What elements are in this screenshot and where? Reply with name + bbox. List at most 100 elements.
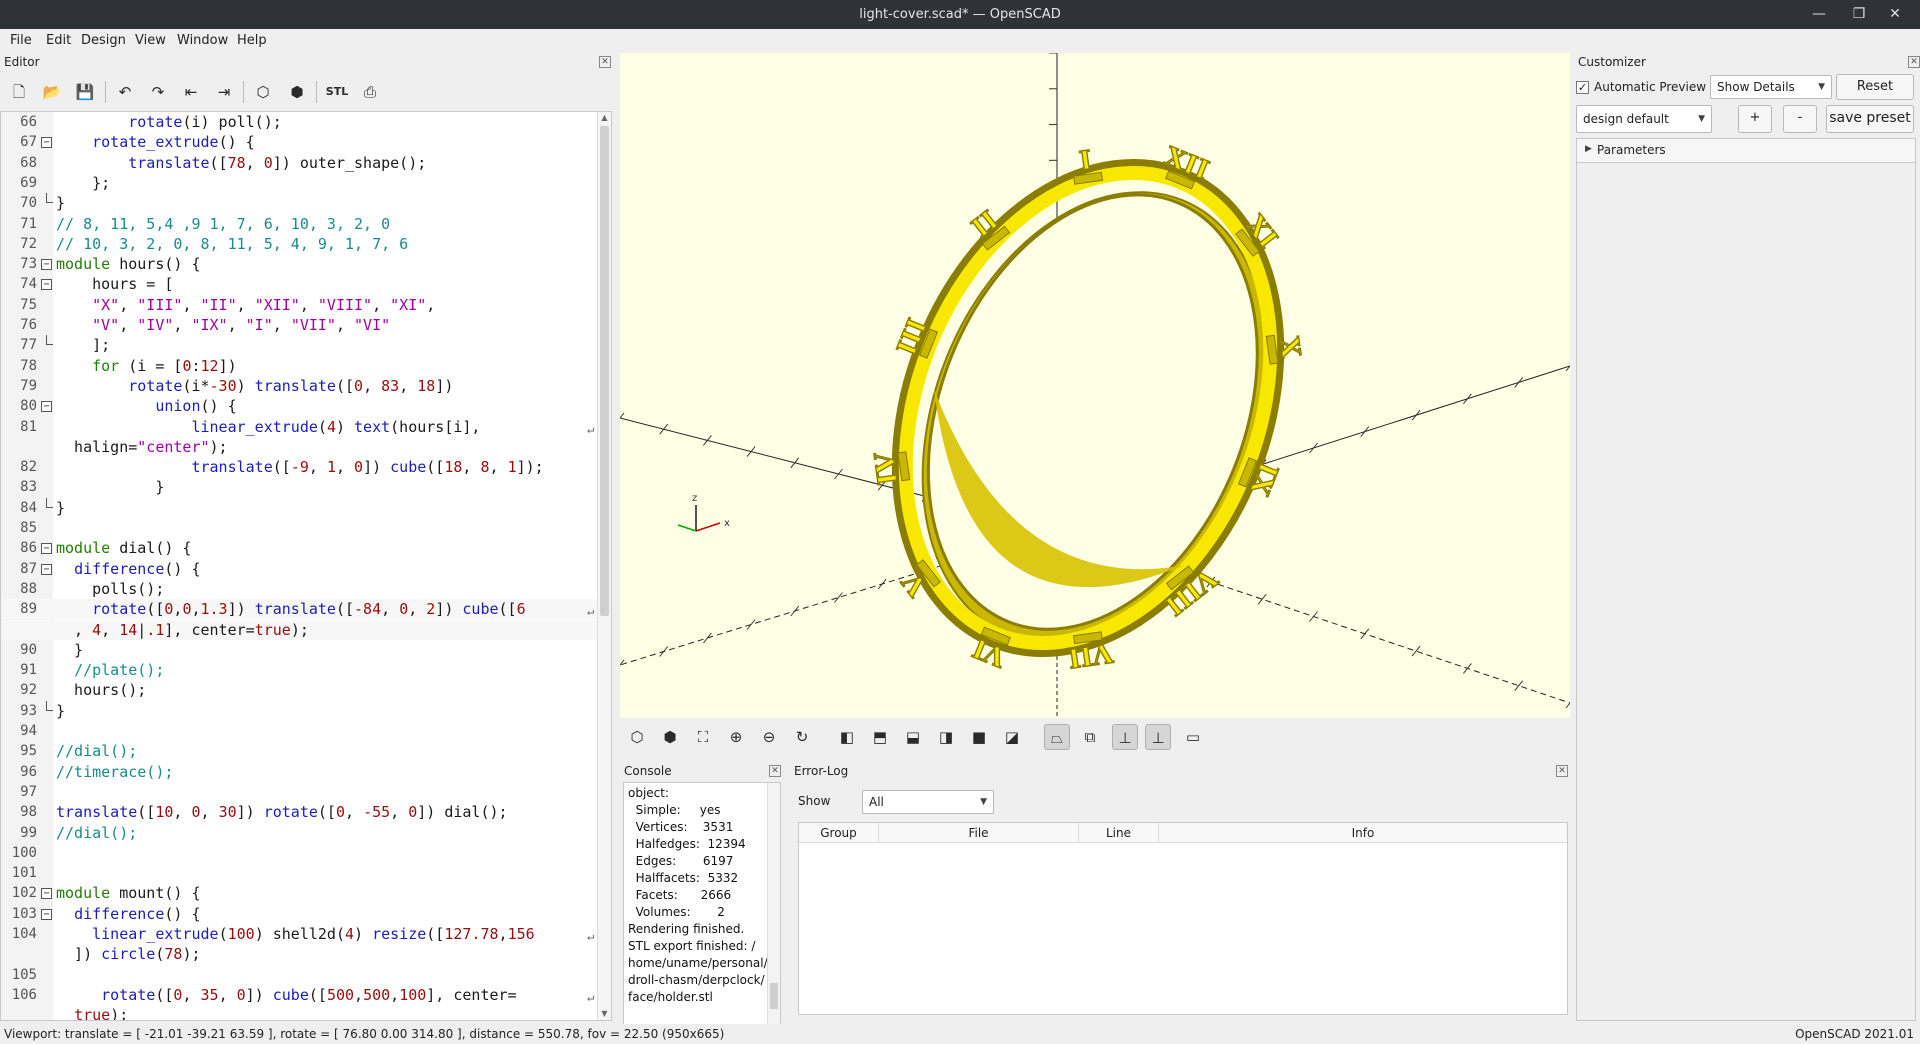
errorlog-column-file[interactable]: File	[879, 823, 1079, 843]
details-select[interactable]: Show Details ▼	[1710, 75, 1832, 99]
view-bottom-icon[interactable]: ⬓	[900, 724, 926, 750]
code-line[interactable]: , 4, 14|.1], center=true);	[1, 619, 597, 640]
code-line[interactable]: true);	[1, 1005, 597, 1020]
code-line[interactable]: 72 // 10, 3, 2, 0, 8, 11, 5, 4, 9, 1, 7, …	[1, 234, 597, 254]
show-axes-icon[interactable]: ⊥	[1112, 724, 1138, 750]
code-line[interactable]: 78 for (i = [0:12])	[1, 356, 597, 376]
errorlog-column-group[interactable]: Group	[799, 823, 879, 843]
code-line[interactable]: 87− difference() {	[1, 559, 597, 579]
menu-edit[interactable]: Edit	[46, 33, 71, 48]
code-line[interactable]: 92 hours();	[1, 680, 597, 700]
code-line[interactable]: 94	[1, 721, 597, 741]
code-line[interactable]: 89 rotate([0,0,1.3]) translate([-84, 0, …	[1, 599, 597, 620]
show-edges-icon[interactable]: ▭	[1180, 724, 1206, 750]
close-window-button[interactable]: ✕	[1882, 3, 1908, 25]
code-line[interactable]: 68 translate([78, 0]) outer_shape();	[1, 153, 597, 173]
code-line[interactable]: 77 ];	[1, 335, 597, 355]
code-line[interactable]: 74− hours = [	[1, 274, 597, 294]
code-line[interactable]: 79 rotate(i*-30) translate([0, 83, 18])	[1, 376, 597, 396]
errorlog-column-info[interactable]: Info	[1159, 823, 1567, 843]
errorlog-close-icon[interactable]: ✕	[1556, 765, 1568, 777]
code-line[interactable]: 105	[1, 965, 597, 985]
preview-icon[interactable]: ⬡	[250, 79, 276, 105]
code-line[interactable]: 99 //dial();	[1, 823, 597, 843]
render-icon[interactable]: ⬢	[657, 724, 683, 750]
code-line[interactable]: 100	[1, 843, 597, 863]
code-line[interactable]: 85	[1, 518, 597, 538]
view-top-icon[interactable]: ⬒	[867, 724, 893, 750]
code-line[interactable]: 93}	[1, 700, 597, 721]
render-icon[interactable]: ⬢	[284, 79, 310, 105]
code-line[interactable]: 69 };	[1, 173, 597, 193]
show-scale-markers-icon[interactable]: ⊥	[1145, 724, 1171, 750]
console-output[interactable]: object: Simple: yes Vertices: 3531 Halfe…	[623, 782, 781, 1025]
view-front-icon[interactable]: ■	[966, 724, 992, 750]
unindent-icon[interactable]: ⇤	[178, 79, 204, 105]
editor-close-icon[interactable]: ✕	[599, 56, 611, 68]
code-line[interactable]: 91 //plate();	[1, 660, 597, 680]
3d-viewport[interactable]: XII XI X IX VIII VII VI V IV III II I x z	[620, 53, 1570, 718]
code-line[interactable]: 106 rotate([0, 35, 0]) cube([500,500,100…	[1, 985, 597, 1005]
errorlog-column-line[interactable]: Line	[1079, 823, 1159, 843]
menu-design[interactable]: Design	[81, 33, 126, 48]
perspective-icon[interactable]: ⏢	[1044, 724, 1070, 750]
parameters-group-header[interactable]: ▶ Parameters	[1577, 139, 1915, 163]
maximize-button[interactable]: ❐	[1846, 3, 1872, 25]
view-back-icon[interactable]: ◪	[999, 724, 1025, 750]
fold-toggle-icon[interactable]: −	[41, 888, 52, 900]
code-line[interactable]: 80− union() {	[1, 396, 597, 416]
code-line[interactable]: 71 // 8, 11, 5,4 ,9 1, 7, 6, 10, 3, 2, 0	[1, 214, 597, 234]
menu-view[interactable]: View	[135, 33, 166, 48]
send-to-print-icon[interactable]: ⎙	[357, 79, 383, 105]
fold-toggle-icon[interactable]: −	[41, 543, 52, 555]
new-file-icon[interactable]: 🗋	[6, 79, 32, 105]
code-line[interactable]: 67− rotate_extrude() {	[1, 132, 597, 152]
editor-scrollbar[interactable]: ▲ ▼	[597, 112, 611, 1020]
reset-view-icon[interactable]: ↻	[789, 724, 815, 750]
indent-icon[interactable]: ⇥	[211, 79, 237, 105]
code-line[interactable]: 97	[1, 782, 597, 802]
preview-icon[interactable]: ⬡	[624, 724, 650, 750]
view-right-icon[interactable]: ◧	[834, 724, 860, 750]
view-all-icon[interactable]: ⛶	[690, 724, 716, 750]
view-left-icon[interactable]: ◨	[933, 724, 959, 750]
code-line[interactable]: ]) circle(78);	[1, 944, 597, 964]
undo-icon[interactable]: ↶	[112, 79, 138, 105]
fold-toggle-icon[interactable]: −	[41, 401, 52, 413]
code-line[interactable]: 88 polls();	[1, 579, 597, 599]
reset-button[interactable]: Reset	[1836, 74, 1914, 100]
code-line[interactable]: halign="center");	[1, 437, 597, 457]
console-scrollbar-thumb[interactable]	[770, 983, 778, 1009]
automatic-preview-checkbox[interactable]: ✓	[1576, 81, 1589, 94]
menu-window[interactable]: Window	[177, 33, 228, 48]
code-line[interactable]: 76 "V", "IV", "IX", "I", "VII", "VI"	[1, 315, 597, 335]
code-line[interactable]: 98 translate([10, 0, 30]) rotate([0, -55,…	[1, 802, 597, 822]
fold-toggle-icon[interactable]: −	[41, 563, 52, 575]
zoom-out-icon[interactable]: ⊖	[756, 724, 782, 750]
add-preset-button[interactable]: +	[1738, 105, 1772, 133]
scroll-up-icon[interactable]: ▲	[598, 112, 611, 124]
code-line[interactable]: 84}	[1, 497, 597, 518]
preset-select[interactable]: design default values ▼	[1576, 105, 1712, 152]
code-line[interactable]: 82 translate([-9, 1, 0]) cube([18, 8, 1]…	[1, 457, 597, 477]
code-line[interactable]: 90 }	[1, 640, 597, 660]
code-editor[interactable]: 66 rotate(i) poll(); 67− rotate_extrude()…	[0, 111, 612, 1021]
console-scrollbar[interactable]	[767, 783, 780, 1024]
code-line[interactable]: 81 linear_extrude(4) text(hours[i], ↵	[1, 417, 597, 437]
editor-scrollbar-thumb[interactable]	[600, 126, 609, 616]
code-line[interactable]: 70}	[1, 193, 597, 213]
fold-toggle-icon[interactable]: −	[41, 908, 52, 920]
export-stl-icon[interactable]: STL	[324, 79, 350, 105]
errorlog-show-select[interactable]: All ▼	[862, 790, 994, 814]
code-line[interactable]: 86− module dial() {	[1, 538, 597, 558]
code-line[interactable]: 101	[1, 863, 597, 883]
redo-icon[interactable]: ↷	[145, 79, 171, 105]
fold-toggle-icon[interactable]: −	[41, 279, 52, 291]
menu-help[interactable]: Help	[237, 33, 267, 48]
code-line[interactable]: 102− module mount() {	[1, 883, 597, 903]
menu-file[interactable]: File	[10, 33, 32, 48]
save-icon[interactable]: 💾	[72, 79, 98, 105]
code-line[interactable]: 103− difference() {	[1, 904, 597, 924]
code-line[interactable]: 104 linear_extrude(100) shell2d(4) resiz…	[1, 924, 597, 944]
code-line[interactable]: 83 }	[1, 477, 597, 497]
